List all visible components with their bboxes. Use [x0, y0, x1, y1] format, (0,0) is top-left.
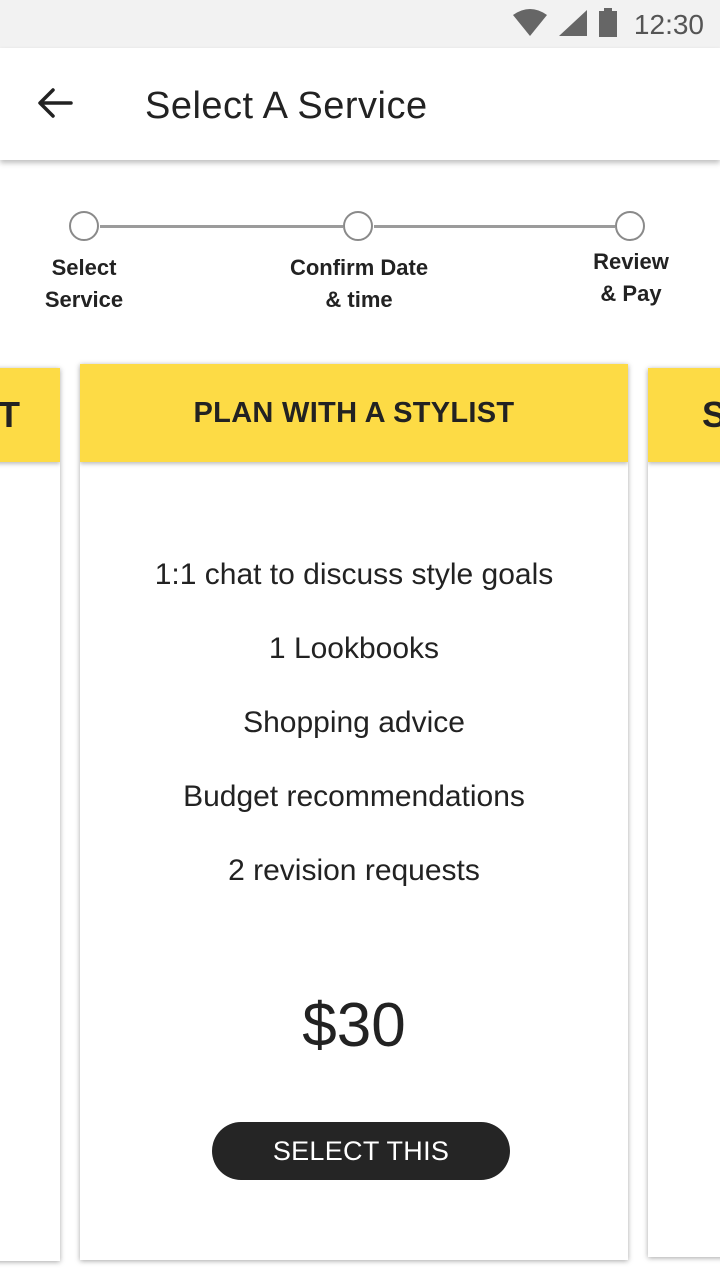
step-indicator-confirm-date[interactable] — [343, 211, 373, 241]
select-this-button[interactable]: SELECT THIS — [212, 1122, 510, 1180]
service-card-previous[interactable]: T — [0, 368, 60, 1261]
price-label: $30 — [302, 991, 406, 1060]
signal-icon — [558, 9, 588, 42]
feature-list: 1:1 chat to discuss style goals 1 Lookbo… — [80, 538, 628, 908]
card-header: PLAN WITH A STYLIST — [80, 364, 628, 462]
stepper-connector-1 — [100, 225, 343, 228]
app-bar: Select A Service — [0, 48, 720, 160]
feature-item: Budget recommendations — [183, 780, 525, 813]
card-header: T — [0, 368, 60, 462]
feature-item: 1 Lookbooks — [268, 632, 440, 665]
feature-item: 1:1 chat to discuss style goals — [154, 558, 554, 591]
card-header-title: PLAN WITH A STYLIST — [193, 396, 515, 429]
card-header-title: S — [702, 394, 720, 435]
feature-item: 2 revision requests — [228, 854, 480, 887]
service-card-plan-with-stylist: PLAN WITH A STYLIST 1:1 chat to discuss … — [80, 364, 628, 1260]
service-card-next[interactable]: S — [648, 368, 720, 1257]
step-label-select-service: Select Service — [44, 255, 124, 312]
step-indicator-select-service[interactable] — [69, 211, 99, 241]
back-button[interactable] — [28, 78, 82, 132]
stepper-connector-2 — [374, 225, 615, 228]
status-time: 12:30 — [633, 9, 704, 40]
step-label-confirm-date: Confirm Date & time — [289, 255, 429, 312]
card-header-title: T — [0, 394, 20, 435]
step-indicator-review-pay[interactable] — [615, 211, 645, 241]
status-bar: 12:30 — [0, 0, 720, 48]
content-area: Select Service Confirm Date & time Revie… — [0, 160, 720, 1280]
battery-icon — [598, 7, 618, 43]
step-label-review-pay: Review & Pay — [593, 249, 669, 306]
wifi-icon — [512, 8, 548, 42]
arrow-left-icon — [37, 87, 73, 124]
card-header: S — [648, 368, 720, 462]
status-icons: 12:30 — [512, 7, 704, 43]
feature-item: Shopping advice — [243, 706, 465, 739]
page-title: Select A Service — [145, 85, 428, 127]
